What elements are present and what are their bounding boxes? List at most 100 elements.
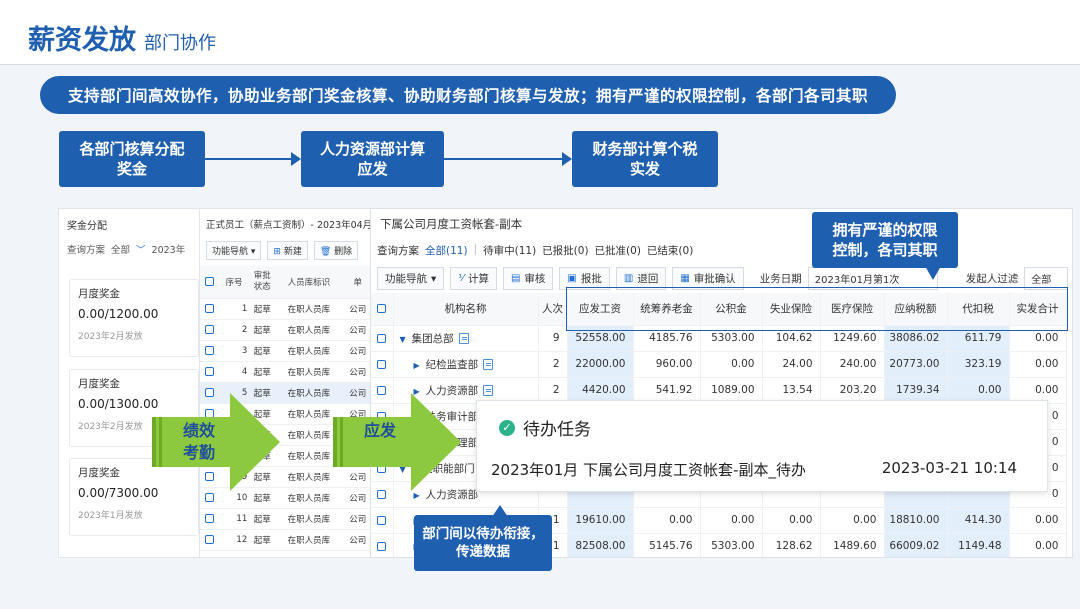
slide-title-main: 薪资发放 <box>28 25 136 56</box>
cell-lib: 在职人员库 <box>275 319 343 341</box>
filter-approved[interactable]: 已批准(0) <box>595 243 641 258</box>
row-checkbox[interactable] <box>371 533 394 557</box>
table-row[interactable]: 1 起草 在职人员库 公司 <box>200 298 373 320</box>
filter-divider: | <box>473 243 478 255</box>
cell-lib: 在职人员库 <box>275 529 343 551</box>
permission-callout-text: 拥有严谨的权限 控制，各司其职 <box>832 221 938 259</box>
table-row[interactable]: 11 起草 在职人员库 公司 <box>200 508 373 530</box>
cell-tax: 18810.00 <box>884 507 948 534</box>
review-icon: ▤ <box>510 273 521 284</box>
filter-reviewing[interactable]: 待审中(11) <box>483 243 536 258</box>
row-checkbox[interactable] <box>200 529 219 551</box>
org-name: 集团总部 <box>411 332 454 345</box>
col-header: 单 <box>342 266 373 299</box>
handoff-callout: 部门间以待办衔接， 传递数据 <box>414 515 552 571</box>
payable-arrow-label: 应发 <box>363 421 396 440</box>
select-all-checkbox[interactable] <box>371 293 394 326</box>
flow-step-finance-label: 财务部计算个税 实发 <box>592 140 698 178</box>
nav-menu-label: 功能导航 <box>385 273 427 285</box>
document-icon[interactable] <box>458 333 469 344</box>
document-icon[interactable] <box>483 359 494 370</box>
flow-arrow-2 <box>444 152 572 166</box>
cell-no: 3 <box>218 340 250 362</box>
row-checkbox[interactable] <box>200 340 219 362</box>
col-header: 机构名称 <box>393 293 539 326</box>
bonus-year[interactable]: 2023年 <box>152 242 186 256</box>
row-checkbox[interactable] <box>371 507 394 534</box>
calculate-label: 计算 <box>467 273 489 285</box>
bonus-filter: 查询方案 全部 ﹀ 2023年 <box>59 240 200 258</box>
payroll-panel: 下属公司月度工资帐套-副本 查询方案 全部(11) | 待审中(11) 已报批(… <box>370 208 1073 558</box>
nav-menu-button[interactable]: 功能导航 ▾ <box>206 241 262 260</box>
cell-status: 起草 <box>249 508 276 530</box>
row-checkbox[interactable] <box>200 508 219 530</box>
row-checkbox[interactable] <box>371 351 394 378</box>
bonus-card-date: 2023年1月发放 <box>78 511 143 521</box>
todo-task-card[interactable]: ✓ 待办任务 2023年01月 下属公司月度工资帐套-副本_待办 2023-03… <box>476 400 1048 492</box>
cell-pension: 5145.76 <box>633 533 701 557</box>
cell-unit: 公司 <box>342 319 373 341</box>
nav-menu-button[interactable]: 功能导航 ▾ <box>377 267 445 290</box>
cell-fund: 5303.00 <box>700 533 763 557</box>
flow-step-bonus: 各部门核算分配 奖金 <box>59 131 205 187</box>
highlight-outline <box>566 287 1068 331</box>
cell-status: 起草 <box>249 361 276 383</box>
report-icon: ▣ <box>567 273 577 284</box>
select-all-checkbox[interactable] <box>200 266 219 299</box>
bonus-panel-title: 奖金分配 <box>67 221 107 232</box>
caret-down-icon[interactable]: ▼ <box>400 335 406 344</box>
document-icon[interactable] <box>483 385 494 396</box>
cell-lib: 在职人员库 <box>275 298 343 320</box>
new-button[interactable]: ⊞ 新建 <box>267 241 308 260</box>
flow-arrow-1 <box>205 152 301 166</box>
table-row[interactable]: ▶ 纪检监查部 2 22000.00 960.00 0.00 24.00 240.00 2077… <box>371 351 1067 378</box>
cell-net: 0.00 <box>1009 533 1067 557</box>
table-row[interactable]: 12 起草 在职人员库 公司 <box>200 529 373 551</box>
org-name: 纪检监查部 <box>425 358 479 371</box>
org-cell[interactable]: ▶ 纪检监查部 <box>393 351 539 378</box>
col-header: 人员库标识 <box>275 266 343 299</box>
calculator-icon: ⅟ <box>458 273 464 284</box>
business-date-label: 业务日期 <box>759 273 802 285</box>
cell-lib: 在职人员库 <box>275 508 343 530</box>
cell-unit: 公司 <box>342 361 373 383</box>
cell-med: 1489.60 <box>820 533 885 557</box>
chevron-down-icon[interactable]: ﹀ <box>136 242 146 256</box>
cell-unit: 公司 <box>342 508 373 530</box>
table-row[interactable]: 4 起草 在职人员库 公司 <box>200 361 373 383</box>
bonus-filter-value[interactable]: 全部 <box>111 242 130 256</box>
todo-task-name[interactable]: 2023年01月 下属公司月度工资帐套-副本_待办 <box>491 459 806 480</box>
table-row[interactable]: 3 起草 在职人员库 公司 <box>200 340 373 362</box>
calculate-button[interactable]: ⅟ 计算 <box>450 267 497 290</box>
cell-unemp: 24.00 <box>762 351 821 378</box>
payroll-panel-title: 下属公司月度工资帐套-副本 <box>380 217 523 231</box>
table-row[interactable]: 2 起草 在职人员库 公司 <box>200 319 373 341</box>
bonus-card-date: 2023年2月发放 <box>78 332 143 342</box>
review-button[interactable]: ▤ 审核 <box>502 267 554 290</box>
cell-status: 起草 <box>249 319 276 341</box>
initiator-filter-label: 发起人过滤 <box>965 273 1019 285</box>
report-label: 报批 <box>580 273 602 285</box>
flow-step-hr: 人力资源部计算 应发 <box>301 131 444 187</box>
slide-title: 薪资发放 部门协作 <box>28 18 216 57</box>
row-checkbox[interactable] <box>200 319 219 341</box>
cell-net: 0.00 <box>1009 351 1067 378</box>
row-checkbox[interactable] <box>200 298 219 320</box>
caret-right-icon[interactable]: ▶ <box>414 491 420 500</box>
callout-pointer <box>925 266 941 280</box>
row-checkbox[interactable] <box>200 361 219 383</box>
col-header: 人次 <box>538 293 568 326</box>
row-checkbox[interactable] <box>371 325 394 352</box>
review-label: 审核 <box>524 273 546 285</box>
filter-label: 查询方案 <box>377 245 419 257</box>
caret-right-icon[interactable]: ▶ <box>414 361 420 370</box>
delete-button[interactable]: 🗑 删除 <box>313 241 359 260</box>
col-header: 审批状态 <box>249 266 276 299</box>
cell-tax: 20773.00 <box>884 351 948 378</box>
bonus-card[interactable]: 月度奖金 0.00/1200.00 2023年2月发放 <box>69 279 199 357</box>
filter-reported[interactable]: 已报批(0) <box>542 243 588 258</box>
filter-closed[interactable]: 已结束(0) <box>647 243 693 258</box>
org-cell[interactable]: ▼ 集团总部 <box>393 325 539 352</box>
cell-wh: 1149.48 <box>947 533 1010 557</box>
filter-all[interactable]: 全部(11) <box>425 243 468 258</box>
